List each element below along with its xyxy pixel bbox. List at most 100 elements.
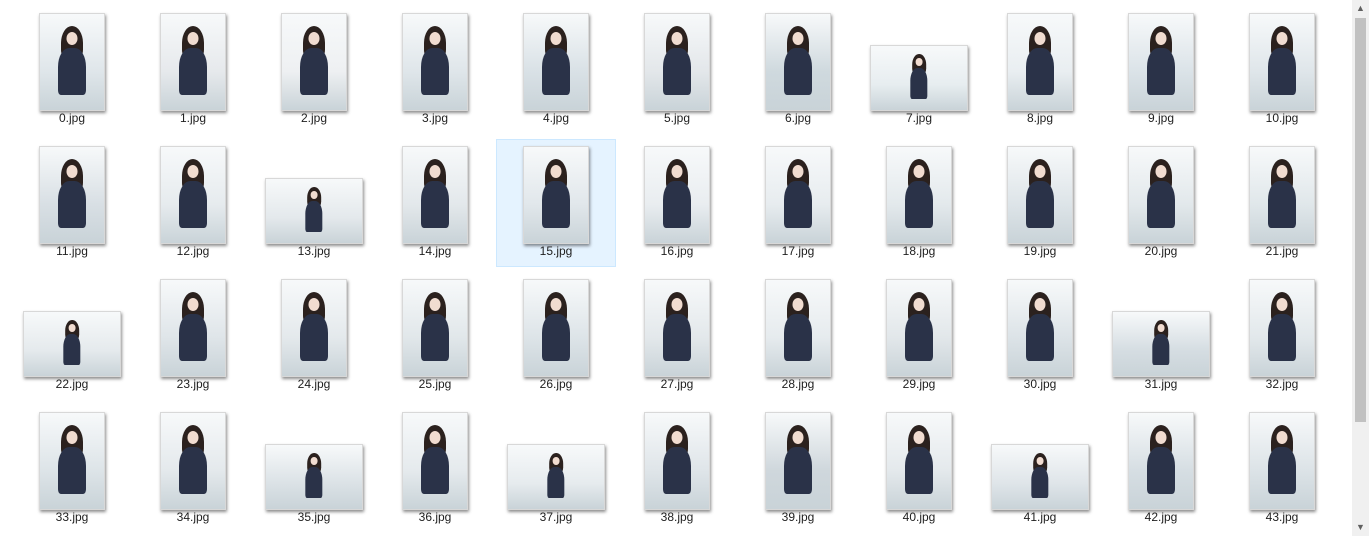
photo-subject-body: [905, 180, 933, 228]
file-name-label: 31.jpg: [1144, 377, 1178, 391]
file-name-label: 23.jpg: [176, 377, 210, 391]
file-name-label: 13.jpg: [297, 244, 331, 258]
file-item[interactable]: 24.jpg: [254, 272, 374, 400]
photo-subject-face: [792, 297, 804, 311]
photo-subject-body: [421, 47, 449, 95]
file-item[interactable]: 38.jpg: [617, 405, 737, 533]
file-item[interactable]: 28.jpg: [738, 272, 858, 400]
file-item[interactable]: 36.jpg: [375, 405, 495, 533]
file-name-label: 20.jpg: [1144, 244, 1178, 258]
file-item[interactable]: 26.jpg: [496, 272, 616, 400]
file-name-label: 5.jpg: [663, 111, 691, 125]
photo-subject-body: [1026, 180, 1054, 228]
file-item[interactable]: 10.jpg: [1222, 6, 1342, 134]
file-item[interactable]: 32.jpg: [1222, 272, 1342, 400]
photo-subject-face: [792, 31, 804, 45]
photo-subject-body: [63, 333, 81, 366]
photo-subject-face: [1034, 31, 1046, 45]
file-item[interactable]: 29.jpg: [859, 272, 979, 400]
file-item[interactable]: 37.jpg: [496, 405, 616, 533]
file-name-label: 35.jpg: [297, 510, 331, 524]
file-item[interactable]: 3.jpg: [375, 6, 495, 134]
photo-subject-face: [1036, 456, 1044, 465]
file-name-label: 34.jpg: [176, 510, 210, 524]
image-thumbnail: [281, 279, 347, 377]
file-item[interactable]: 14.jpg: [375, 139, 495, 267]
photo-subject-body: [784, 47, 812, 95]
file-item[interactable]: 21.jpg: [1222, 139, 1342, 267]
scroll-up-arrow-icon[interactable]: ▲: [1352, 0, 1369, 17]
image-thumbnail: [765, 412, 831, 510]
file-item[interactable]: 13.jpg: [254, 139, 374, 267]
file-item[interactable]: 17.jpg: [738, 139, 858, 267]
file-name-label: 26.jpg: [539, 377, 573, 391]
file-name-label: 3.jpg: [421, 111, 449, 125]
photo-subject-body: [179, 446, 207, 494]
file-item[interactable]: 41.jpg: [980, 405, 1100, 533]
file-item[interactable]: 42.jpg: [1101, 405, 1221, 533]
file-name-label: 1.jpg: [179, 111, 207, 125]
file-item[interactable]: 5.jpg: [617, 6, 737, 134]
image-thumbnail: [991, 444, 1089, 510]
photo-subject-face: [68, 323, 76, 332]
photo-subject-body: [663, 313, 691, 361]
file-item[interactable]: 0.jpg: [12, 6, 132, 134]
file-item[interactable]: 35.jpg: [254, 405, 374, 533]
file-item[interactable]: 23.jpg: [133, 272, 253, 400]
file-item[interactable]: 16.jpg: [617, 139, 737, 267]
photo-subject-face: [308, 31, 320, 45]
file-item[interactable]: 30.jpg: [980, 272, 1100, 400]
file-item[interactable]: 1.jpg: [133, 6, 253, 134]
photo-subject-face: [429, 297, 441, 311]
photo-subject-face: [552, 456, 560, 465]
file-item[interactable]: 7.jpg: [859, 6, 979, 134]
file-item[interactable]: 11.jpg: [12, 139, 132, 267]
file-item[interactable]: 34.jpg: [133, 405, 253, 533]
file-item[interactable]: 19.jpg: [980, 139, 1100, 267]
file-item[interactable]: 4.jpg: [496, 6, 616, 134]
photo-subject-face: [187, 430, 199, 444]
photo-subject-body: [663, 47, 691, 95]
photo-subject-face: [66, 31, 78, 45]
image-thumbnail: [1112, 311, 1210, 377]
file-item[interactable]: 25.jpg: [375, 272, 495, 400]
file-item[interactable]: 40.jpg: [859, 405, 979, 533]
file-item[interactable]: 27.jpg: [617, 272, 737, 400]
image-thumbnail: [1249, 279, 1315, 377]
photo-subject-body: [663, 180, 691, 228]
photo-subject-body: [542, 313, 570, 361]
file-item[interactable]: 33.jpg: [12, 405, 132, 533]
image-thumbnail: [1249, 412, 1315, 510]
file-item[interactable]: 9.jpg: [1101, 6, 1221, 134]
scroll-down-arrow-icon[interactable]: ▼: [1352, 519, 1369, 536]
file-name-label: 18.jpg: [902, 244, 936, 258]
image-thumbnail: [886, 146, 952, 244]
image-thumbnail: [281, 13, 347, 111]
file-view-area[interactable]: 0.jpg 1.jpg 2.jpg 3.jpg 4.jpg 5.jpg 6.jpg 7.jpg…: [0, 0, 1352, 536]
photo-subject-face: [308, 297, 320, 311]
file-name-label: 21.jpg: [1265, 244, 1299, 258]
file-item[interactable]: 15.jpg: [496, 139, 616, 267]
file-item[interactable]: 8.jpg: [980, 6, 1100, 134]
file-item[interactable]: 39.jpg: [738, 405, 858, 533]
image-thumbnail: [886, 412, 952, 510]
file-item[interactable]: 2.jpg: [254, 6, 374, 134]
file-item[interactable]: 22.jpg: [12, 272, 132, 400]
file-item[interactable]: 18.jpg: [859, 139, 979, 267]
file-item[interactable]: 12.jpg: [133, 139, 253, 267]
file-item[interactable]: 43.jpg: [1222, 405, 1342, 533]
photo-subject-face: [915, 57, 923, 66]
photo-subject-face: [1276, 164, 1288, 178]
file-item[interactable]: 6.jpg: [738, 6, 858, 134]
file-name-label: 24.jpg: [297, 377, 331, 391]
file-name-label: 36.jpg: [418, 510, 452, 524]
file-name-label: 6.jpg: [784, 111, 812, 125]
photo-subject-body: [1268, 446, 1296, 494]
photo-subject-body: [1026, 313, 1054, 361]
file-item[interactable]: 20.jpg: [1101, 139, 1221, 267]
image-thumbnail: [265, 444, 363, 510]
vertical-scrollbar[interactable]: ▲ ▼: [1352, 0, 1369, 536]
photo-subject-face: [310, 190, 318, 199]
scrollbar-thumb[interactable]: [1355, 18, 1366, 422]
file-item[interactable]: 31.jpg: [1101, 272, 1221, 400]
